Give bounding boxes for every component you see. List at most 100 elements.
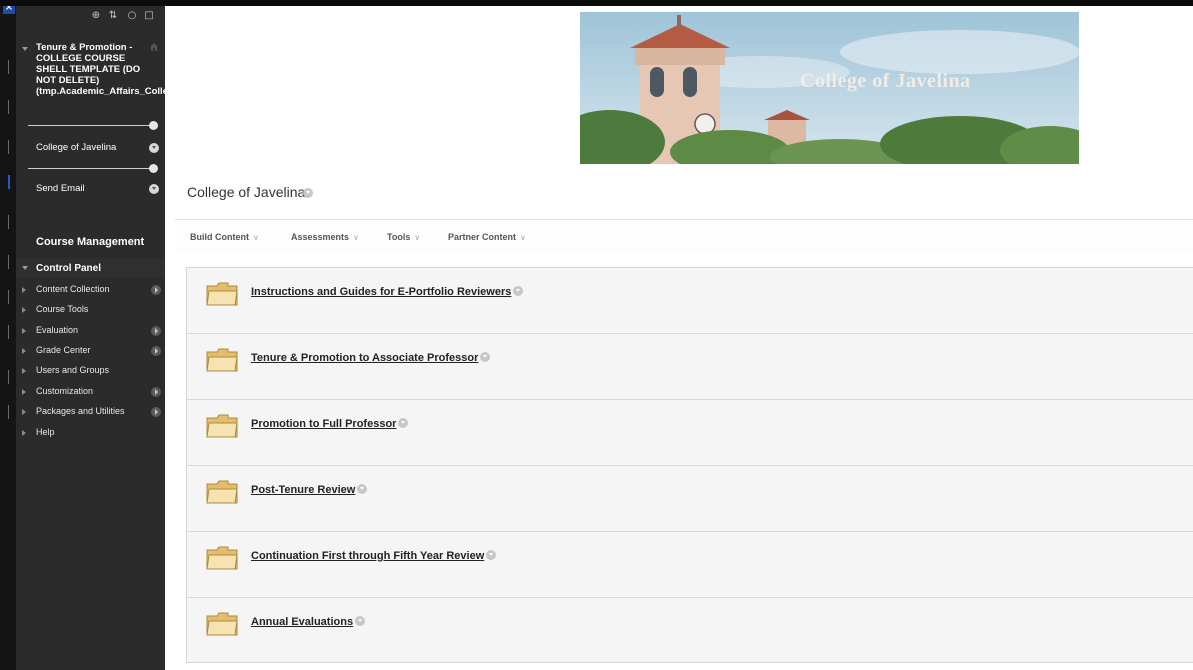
edge-mark	[8, 215, 14, 229]
divider-dot[interactable]	[149, 164, 158, 173]
college-banner-image: College of Javelina	[580, 12, 1079, 164]
content-item-link[interactable]: Continuation First through Fifth Year Re…	[251, 550, 497, 562]
flyout-arrow-icon[interactable]	[151, 407, 161, 417]
control-panel-item-users-and-groups[interactable]: Users and Groups	[16, 362, 165, 382]
edge-mark	[8, 140, 14, 154]
menu-divider	[28, 125, 150, 126]
list-item: Annual Evaluations	[187, 598, 1193, 664]
control-panel-item-evaluation[interactable]: Evaluation	[16, 322, 165, 342]
control-panel-item-label: Users and Groups	[36, 365, 110, 375]
item-title: Continuation First through Fifth Year Re…	[251, 550, 485, 562]
control-panel-item-label: Evaluation	[36, 325, 79, 335]
control-panel-item-packages-and-utilities[interactable]: Packages and Utilities	[16, 403, 165, 423]
item-options-button[interactable]	[398, 418, 409, 428]
expand-arrow-icon	[22, 307, 26, 313]
edge-mark	[8, 405, 14, 419]
control-panel-item-label: Content Collection	[36, 284, 110, 294]
item-title: Promotion to Full Professor	[251, 418, 397, 430]
folder-icon	[206, 282, 238, 306]
flyout-arrow-icon[interactable]	[151, 326, 161, 336]
action-label: Assessments	[291, 232, 350, 242]
folder-icon	[206, 612, 238, 636]
control-panel-label[interactable]: Control Panel	[36, 263, 101, 274]
expand-arrow-icon	[22, 409, 26, 415]
collapse-caret-icon[interactable]	[22, 47, 28, 51]
control-panel-item-grade-center[interactable]: Grade Center	[16, 342, 165, 362]
control-panel-item-customization[interactable]: Customization	[16, 383, 165, 403]
content-item-link[interactable]: Post-Tenure Review	[251, 484, 368, 496]
edge-mark	[8, 60, 14, 74]
item-options-button[interactable]	[513, 286, 524, 296]
control-panel-item-label: Grade Center	[36, 345, 91, 355]
window-view-icon[interactable]: □	[143, 10, 155, 22]
banner-title: College of Javelina	[800, 70, 971, 92]
tools-menu[interactable]: Tools ∨	[387, 232, 420, 242]
action-label: Build Content	[190, 232, 249, 242]
chevron-down-icon: ∨	[414, 233, 421, 242]
chevron-down-icon: ∨	[253, 233, 259, 242]
course-menu-sidebar: ⊕ ⇅ ○ □ Tenure & Promotion - COLLEGE COU…	[16, 6, 210, 670]
content-item-link[interactable]: Promotion to Full Professor	[251, 418, 409, 430]
sidebar-item-college-of-javelina[interactable]: College of Javelina	[36, 142, 116, 153]
flyout-arrow-icon[interactable]	[151, 346, 161, 356]
control-panel-item-course-tools[interactable]: Course Tools	[16, 301, 165, 321]
item-options-button[interactable]	[480, 352, 491, 362]
folder-icon	[206, 414, 238, 438]
add-menu-item-icon[interactable]: ⊕	[90, 10, 102, 22]
sidebar-item-send-email[interactable]: Send Email	[36, 183, 85, 194]
item-title: Instructions and Guides for E-Portfolio …	[251, 286, 512, 298]
item-options-button[interactable]	[486, 550, 497, 560]
content-item-link[interactable]: Annual Evaluations	[251, 616, 366, 628]
chevron-down-icon: ∨	[520, 233, 526, 242]
edge-mark	[8, 290, 14, 304]
options-button[interactable]	[149, 184, 159, 194]
edge-mark	[8, 100, 14, 114]
content-item-link[interactable]: Instructions and Guides for E-Portfolio …	[251, 286, 524, 298]
list-item: Tenure & Promotion to Associate Professo…	[187, 334, 1193, 400]
control-panel-item-label: Customization	[36, 386, 94, 396]
control-panel-item-label: Packages and Utilities	[36, 406, 125, 416]
options-button[interactable]	[149, 143, 159, 153]
collapse-caret-icon[interactable]	[22, 266, 28, 270]
course-title[interactable]: Tenure & Promotion - COLLEGE COURSE SHEL…	[36, 42, 210, 97]
edge-mark	[8, 370, 14, 384]
list-item: Post-Tenure Review	[187, 466, 1193, 532]
left-chrome-strip: ×	[0, 0, 16, 670]
content-list: Instructions and Guides for E-Portfolio …	[186, 267, 1193, 663]
refresh-icon[interactable]: ○	[126, 10, 138, 22]
item-options-button[interactable]	[355, 616, 366, 626]
control-panel-item-content-collection[interactable]: Content Collection	[16, 281, 165, 301]
sidebar-toolbar: ⊕ ⇅ ○ □	[16, 6, 165, 30]
expand-arrow-icon	[22, 389, 26, 395]
list-item: Promotion to Full Professor	[187, 400, 1193, 466]
reorder-icon[interactable]: ⇅	[107, 10, 119, 22]
content-item-link[interactable]: Tenure & Promotion to Associate Professo…	[251, 352, 491, 364]
item-options-button[interactable]	[357, 484, 368, 494]
item-title: Post-Tenure Review	[251, 484, 356, 496]
course-management-heading: Course Management	[36, 236, 145, 248]
partner-content-menu[interactable]: Partner Content ∨	[448, 232, 526, 242]
action-bar: Build Content ∨ Assessments ∨ Tools ∨ Partn…	[175, 219, 1193, 253]
item-title: Tenure & Promotion to Associate Professo…	[251, 352, 479, 364]
flyout-arrow-icon[interactable]	[151, 387, 161, 397]
expand-arrow-icon	[22, 328, 26, 334]
edge-mark	[8, 175, 14, 189]
control-panel-item-help[interactable]: Help	[16, 424, 165, 444]
control-panel-item-label: Course Tools	[36, 304, 89, 314]
list-item: Continuation First through Fifth Year Re…	[187, 532, 1193, 598]
edge-mark	[8, 255, 14, 269]
expand-arrow-icon	[22, 348, 26, 354]
build-content-menu[interactable]: Build Content ∨	[190, 232, 259, 242]
assessments-menu[interactable]: Assessments ∨	[291, 232, 359, 242]
expand-arrow-icon	[22, 368, 26, 374]
home-icon[interactable]	[149, 42, 159, 52]
folder-icon	[206, 480, 238, 504]
action-label: Partner Content	[448, 232, 517, 242]
expand-arrow-icon	[22, 287, 26, 293]
list-item: Instructions and Guides for E-Portfolio …	[187, 268, 1193, 334]
divider-dot[interactable]	[149, 121, 158, 130]
expand-arrow-icon	[22, 430, 26, 436]
page-title: College of Javelina	[187, 184, 306, 200]
page-options-button[interactable]	[303, 188, 313, 198]
flyout-arrow-icon[interactable]	[151, 285, 161, 295]
